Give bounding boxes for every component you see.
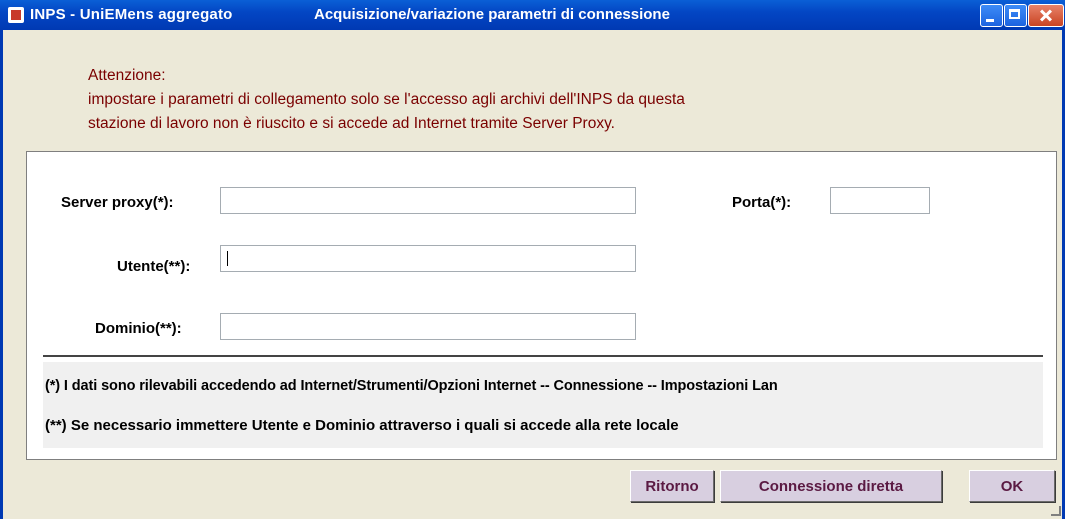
notes-area: (*) I dati sono rilevabili accedendo ad … — [43, 362, 1043, 448]
window-title-sub: Acquisizione/variazione parametri di con… — [314, 6, 670, 23]
utente-field[interactable] — [220, 245, 636, 272]
close-button[interactable] — [1028, 4, 1064, 27]
server-proxy-label: Server proxy(*): — [61, 194, 174, 211]
app-icon — [8, 7, 24, 23]
porta-field[interactable] — [830, 187, 930, 214]
ok-button[interactable]: OK — [969, 470, 1055, 502]
dominio-label: Dominio(**): — [95, 320, 182, 337]
window-frame-left — [0, 30, 3, 519]
warning-line-2: stazione di lavoro non è riuscito e si a… — [88, 115, 615, 132]
dominio-input[interactable] — [221, 314, 635, 339]
resize-grip[interactable] — [1051, 506, 1061, 516]
section-divider — [43, 355, 1043, 357]
warning-line-1: impostare i parametri di collegamento so… — [88, 91, 685, 108]
maximize-button[interactable] — [1004, 4, 1027, 27]
warning-heading: Attenzione: — [88, 67, 166, 84]
connection-parameters-panel: Server proxy(*): Porta(*): Utente(**): D… — [26, 151, 1057, 460]
porta-label: Porta(*): — [732, 194, 792, 211]
dominio-field[interactable] — [220, 313, 636, 340]
text-caret — [227, 251, 228, 266]
utente-label: Utente(**): — [117, 258, 191, 275]
minimize-button[interactable] — [980, 4, 1003, 27]
note-user-domain: (**) Se necessario immettere Utente e Do… — [45, 417, 679, 434]
server-proxy-input[interactable] — [221, 188, 635, 213]
note-proxy-source: (*) I dati sono rilevabili accedendo ad … — [45, 378, 778, 394]
window-title-app: INPS - UniEMens aggregato — [30, 6, 233, 23]
porta-input[interactable] — [831, 188, 929, 213]
title-bar[interactable]: INPS - UniEMens aggregato Acquisizione/v… — [0, 0, 1065, 30]
utente-input[interactable] — [221, 246, 635, 271]
server-proxy-field[interactable] — [220, 187, 636, 214]
connessione-diretta-button[interactable]: Connessione diretta — [720, 470, 942, 502]
ritorno-button[interactable]: Ritorno — [630, 470, 714, 502]
